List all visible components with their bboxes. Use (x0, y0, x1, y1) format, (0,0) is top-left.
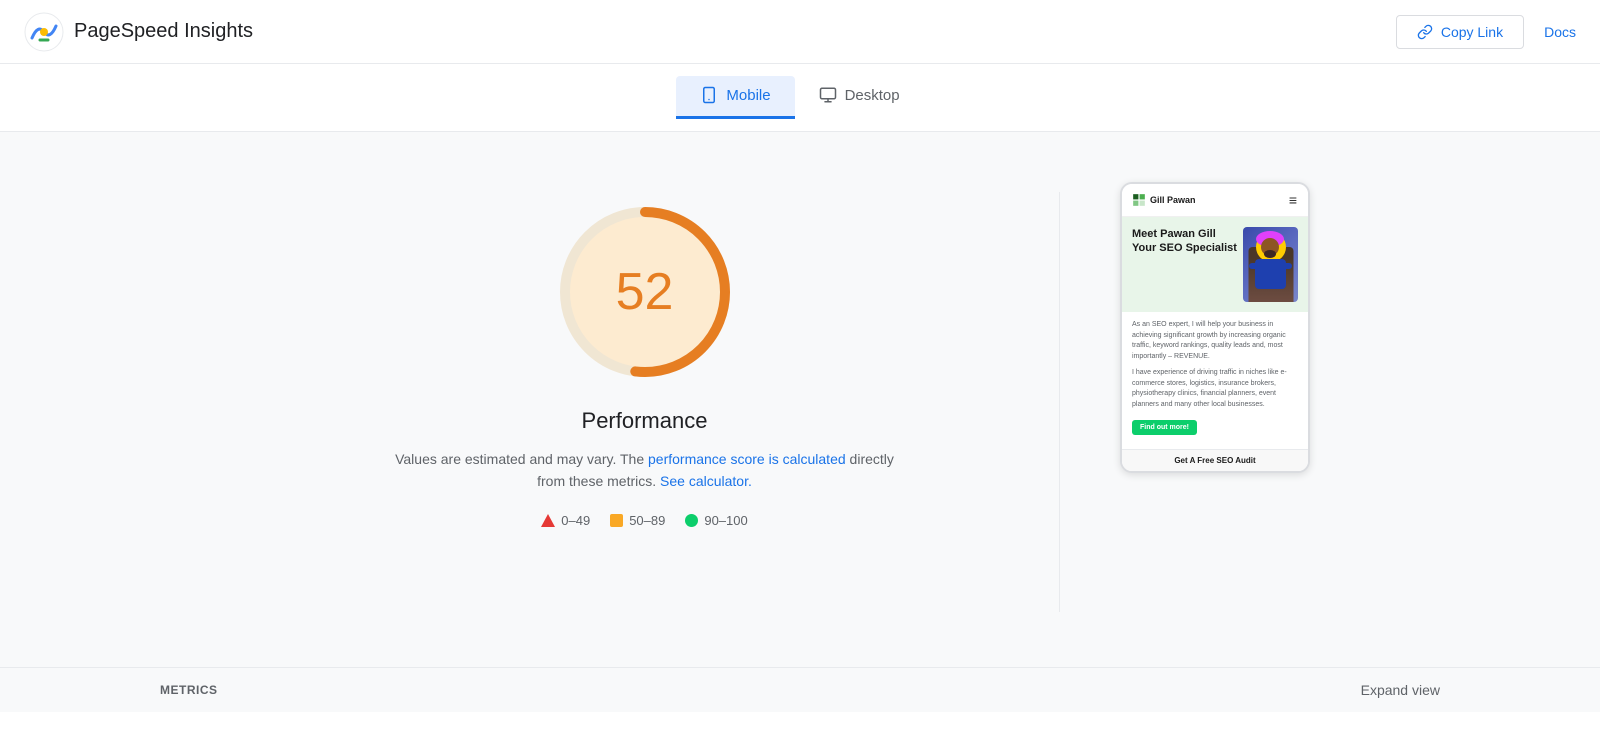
desc-static: Values are estimated and may vary. The (395, 451, 648, 467)
legend: 0–49 50–89 90–100 (541, 513, 747, 528)
hero-person-svg (1243, 227, 1298, 302)
phone-logo-icon (1132, 193, 1146, 207)
gauge-score: 52 (616, 262, 674, 322)
desktop-icon (819, 86, 837, 104)
tab-desktop[interactable]: Desktop (795, 76, 924, 119)
mobile-icon (700, 86, 718, 104)
legend-item-good: 90–100 (685, 513, 747, 528)
phone-body: As an SEO expert, I will help your busin… (1122, 312, 1308, 449)
vertical-divider (1059, 192, 1060, 612)
metrics-label: METRICS (160, 683, 218, 697)
pagespeed-logo-icon (24, 12, 64, 52)
gauge-container: 52 (545, 192, 745, 392)
app-title: PageSpeed Insights (74, 20, 253, 43)
link-icon (1417, 24, 1433, 40)
phone-hero-image (1243, 227, 1298, 302)
legend-needs-improvement-range: 50–89 (629, 513, 665, 528)
content-area: 52 Performance Values are estimated and … (150, 172, 1450, 612)
legend-poor-range: 0–49 (561, 513, 590, 528)
phone-cta-button: Find out more! (1132, 420, 1197, 435)
legend-good-range: 90–100 (704, 513, 747, 528)
header-left: PageSpeed Insights (24, 12, 253, 52)
performance-description: Values are estimated and may vary. The p… (395, 448, 895, 493)
legend-triangle-icon (541, 514, 555, 527)
phone-footer: Get A Free SEO Audit (1122, 449, 1308, 471)
phone-content: Gill Pawan ≡ Meet Pawan Gill Your SEO Sp… (1122, 184, 1308, 471)
main-content: 52 Performance Values are estimated and … (0, 132, 1600, 712)
phone-hero: Meet Pawan Gill Your SEO Specialist (1122, 217, 1308, 312)
phone-frame: Gill Pawan ≡ Meet Pawan Gill Your SEO Sp… (1120, 182, 1310, 473)
legend-item-poor: 0–49 (541, 513, 590, 528)
header-right: Copy Link Docs (1396, 15, 1576, 49)
legend-square-icon (610, 514, 623, 527)
phone-body-text1: As an SEO expert, I will help your busin… (1132, 320, 1298, 362)
device-preview: Gill Pawan ≡ Meet Pawan Gill Your SEO Sp… (1120, 172, 1310, 473)
performance-title: Performance (582, 408, 708, 434)
phone-logo-text: Gill Pawan (1150, 195, 1196, 205)
tab-desktop-label: Desktop (845, 87, 900, 104)
header: PageSpeed Insights Copy Link Docs (0, 0, 1600, 64)
docs-link[interactable]: Docs (1544, 24, 1576, 40)
phone-hero-title: Meet Pawan Gill Your SEO Specialist (1132, 227, 1237, 256)
perf-score-link[interactable]: performance score is calculated (648, 451, 846, 467)
metrics-bar: METRICS Expand view (0, 667, 1600, 712)
phone-menu-icon: ≡ (1289, 192, 1298, 208)
expand-view-button[interactable]: Expand view (1361, 682, 1440, 698)
tab-mobile[interactable]: Mobile (676, 76, 794, 119)
legend-item-needs-improvement: 50–89 (610, 513, 665, 528)
tab-mobile-label: Mobile (726, 87, 770, 104)
tabs-container: Mobile Desktop (0, 64, 1600, 132)
phone-hero-text: Meet Pawan Gill Your SEO Specialist (1132, 227, 1237, 260)
phone-header: Gill Pawan ≡ (1122, 184, 1308, 217)
phone-body-text2: I have experience of driving traffic in … (1132, 368, 1298, 410)
copy-link-button[interactable]: Copy Link (1396, 15, 1524, 49)
phone-logo: Gill Pawan (1132, 193, 1196, 207)
score-section: 52 Performance Values are estimated and … (290, 172, 999, 528)
calculator-link[interactable]: See calculator. (660, 473, 752, 489)
legend-circle-icon (685, 514, 698, 527)
